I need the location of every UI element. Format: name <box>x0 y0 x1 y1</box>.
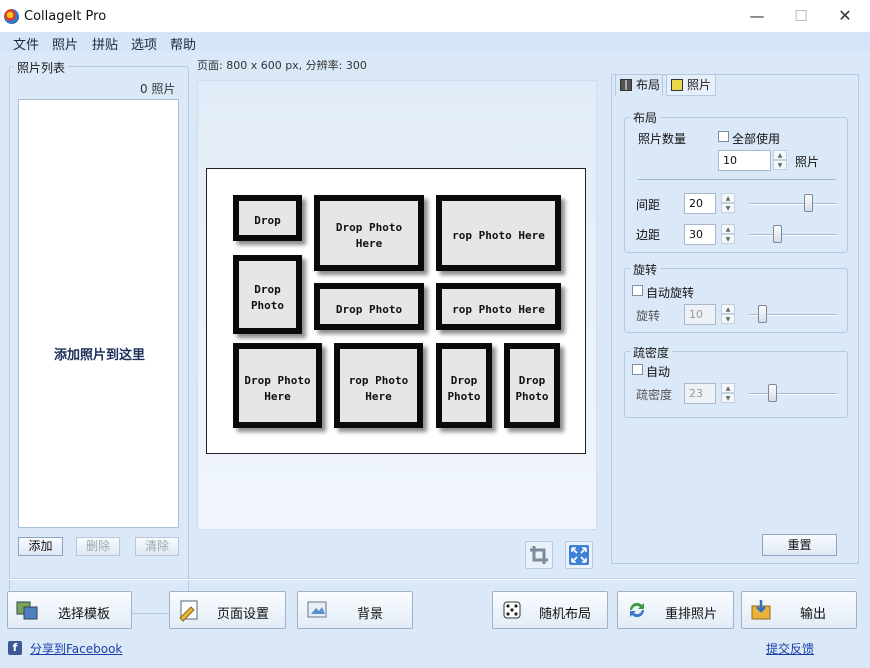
divider <box>638 179 836 180</box>
collage-page: Drop Drop Photo Here rop Photo Here Drop… <box>206 168 586 454</box>
photo-count-input[interactable]: 10 <box>718 150 771 171</box>
spacing-slider-track[interactable] <box>749 203 837 205</box>
menu-file[interactable]: 文件 <box>13 34 39 53</box>
random-layout-button[interactable]: 随机布局 <box>492 591 608 629</box>
photo-count-label: 照片数量 <box>638 132 687 146</box>
photo-count-unit: 照片 <box>795 155 820 169</box>
density-group <box>624 351 848 418</box>
auto-rotate-checkbox[interactable] <box>632 285 643 296</box>
photo-slot[interactable]: Drop Photo <box>436 343 492 428</box>
margin-label: 边距 <box>636 228 661 242</box>
photo-slot[interactable]: Drop Photo Here <box>233 343 322 428</box>
close-button[interactable]: ✕ <box>822 0 868 32</box>
margin-slider-track[interactable] <box>749 234 837 236</box>
rotate-stepper[interactable]: ▲ ▼ <box>721 304 735 325</box>
photo-count-stepper[interactable]: ▲ ▼ <box>773 150 787 171</box>
rotate-input[interactable]: 10 <box>684 304 716 325</box>
output-button[interactable]: 输出 <box>741 591 857 629</box>
share-facebook-link[interactable]: 分享到Facebook <box>30 640 122 657</box>
bottom-separator <box>9 578 855 580</box>
page-setup-icon <box>179 600 198 622</box>
photo-list-title: 照片列表 <box>14 59 69 76</box>
auto-density-label: 自动 <box>646 365 671 379</box>
rotate-slider-thumb[interactable] <box>758 305 767 323</box>
page-setup-button[interactable]: 页面设置 <box>169 591 286 629</box>
dice-icon <box>503 601 521 619</box>
clear-button[interactable]: 清除 <box>135 537 179 556</box>
menu-bar: 文件 照片 拼贴 选项 帮助 <box>0 32 870 53</box>
photo-drop-area[interactable]: 添加照片到这里 <box>18 99 179 528</box>
photo-slot[interactable]: Drop Photo <box>504 343 560 428</box>
window-title: CollageIt Pro <box>24 9 107 24</box>
spacing-label: 间距 <box>636 198 661 212</box>
menu-collage[interactable]: 拼贴 <box>92 34 118 53</box>
spacing-stepper[interactable]: ▲ ▼ <box>721 193 735 214</box>
background-icon <box>307 601 327 618</box>
app-logo-icon <box>4 9 19 24</box>
settings-panel: 布局 照片 布局 照片数量 全部使用 10 ▲ ▼ 照片 间距 20 ▲ ▼ 边距 … <box>611 74 859 564</box>
rotation-group-title: 旋转 <box>630 261 661 278</box>
facebook-icon[interactable]: f <box>8 641 22 655</box>
menu-options[interactable]: 选项 <box>131 34 157 53</box>
page-info: 页面: 800 x 600 px, 分辨率: 300 <box>197 59 367 72</box>
export-icon <box>751 600 771 620</box>
density-input[interactable]: 23 <box>684 383 716 404</box>
delete-button[interactable]: 删除 <box>76 537 120 556</box>
density-slider-thumb[interactable] <box>768 384 777 402</box>
spacing-input[interactable]: 20 <box>684 193 716 214</box>
rotate-label: 旋转 <box>636 309 661 323</box>
choose-template-button[interactable]: 选择模板 <box>7 591 132 629</box>
minimize-button[interactable]: — <box>734 0 780 32</box>
photo-slot[interactable]: Drop Photo <box>314 283 424 330</box>
layout-icon <box>620 79 632 91</box>
reset-button[interactable]: 重置 <box>762 534 837 556</box>
menu-photo[interactable]: 照片 <box>52 34 78 53</box>
crop-icon <box>530 546 548 564</box>
margin-slider-thumb[interactable] <box>773 225 782 243</box>
tab-layout[interactable]: 布局 <box>615 74 663 96</box>
title-bar: CollageIt Pro — ☐ ✕ <box>0 0 870 32</box>
background-button[interactable]: 背景 <box>297 591 413 629</box>
menu-help[interactable]: 帮助 <box>170 34 196 53</box>
photo-icon <box>671 79 683 91</box>
margin-input[interactable]: 30 <box>684 224 716 245</box>
photo-slot[interactable]: rop Photo Here <box>436 195 561 271</box>
photo-count: 0 照片 <box>140 82 176 96</box>
fit-to-window-button[interactable] <box>565 541 593 569</box>
drop-hint: 添加照片到这里 <box>53 348 145 363</box>
photo-slot[interactable]: rop Photo Here <box>334 343 423 428</box>
maximize-button[interactable]: ☐ <box>778 0 824 32</box>
margin-stepper[interactable]: ▲ ▼ <box>721 224 735 245</box>
reshuffle-photos-button[interactable]: 重排照片 <box>617 591 734 629</box>
add-button[interactable]: 添加 <box>18 537 63 556</box>
layout-group-title: 布局 <box>630 109 661 126</box>
auto-rotate-label: 自动旋转 <box>646 286 695 300</box>
feedback-link[interactable]: 提交反馈 <box>766 640 814 657</box>
template-icon <box>16 601 38 620</box>
spacing-slider-thumb[interactable] <box>804 194 813 212</box>
photo-slot[interactable]: rop Photo Here <box>436 283 561 330</box>
crop-button[interactable] <box>525 541 553 569</box>
use-all-checkbox[interactable] <box>718 131 729 142</box>
tab-photo[interactable]: 照片 <box>666 74 716 96</box>
density-group-title: 疏密度 <box>630 344 673 361</box>
photo-slot[interactable]: Drop Photo <box>233 255 302 334</box>
reshuffle-icon <box>629 602 645 618</box>
density-label: 疏密度 <box>636 388 673 402</box>
expand-icon <box>569 545 589 565</box>
auto-density-checkbox[interactable] <box>632 364 643 375</box>
use-all-label: 全部使用 <box>732 132 781 146</box>
main-area: 照片列表 0 照片 添加照片到这里 添加 删除 清除 页面: 800 x 600… <box>0 52 870 668</box>
photo-slot[interactable]: Drop <box>233 195 302 241</box>
photo-slot[interactable]: Drop Photo Here <box>314 195 424 271</box>
density-stepper[interactable]: ▲ ▼ <box>721 383 735 404</box>
density-slider-track[interactable] <box>749 393 837 395</box>
